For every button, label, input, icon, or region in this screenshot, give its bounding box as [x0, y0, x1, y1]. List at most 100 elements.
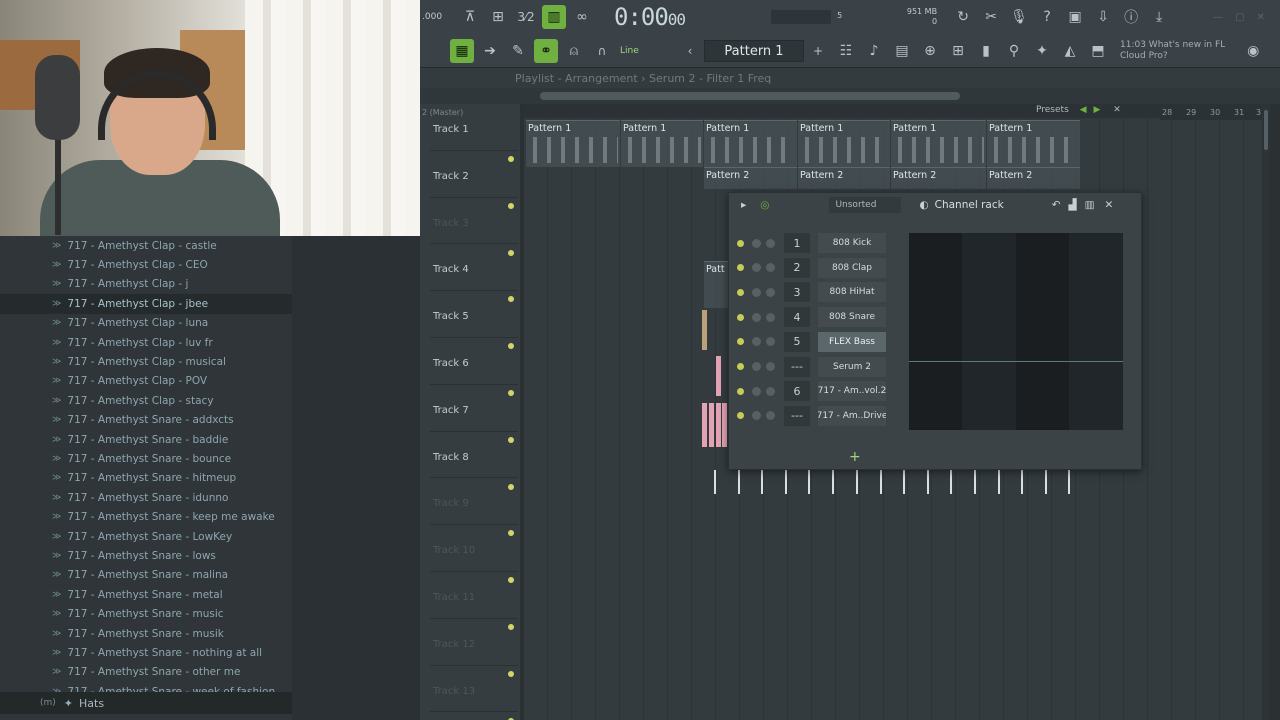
browser-item[interactable]: ≫ 717 - Amethyst Snare - musik: [0, 624, 292, 643]
track-header[interactable]: Track 8: [430, 432, 518, 490]
store-icon[interactable]: ⬒: [1086, 39, 1110, 63]
volume-knob[interactable]: [766, 386, 775, 396]
browser-item[interactable]: ≫ 717 - Amethyst Snare - lows: [0, 546, 292, 565]
channel-led[interactable]: [737, 412, 744, 420]
playlist-mode-icon[interactable]: ▦: [450, 39, 474, 63]
track-header[interactable]: Track 12: [430, 619, 518, 677]
clip-pattern-2[interactable]: Pattern 2: [987, 167, 1080, 189]
volume-knob[interactable]: [766, 287, 775, 297]
audio-clip[interactable]: [709, 403, 714, 447]
channel-led[interactable]: [737, 363, 744, 370]
pan-knob[interactable]: [752, 411, 761, 421]
playlist-title-bar[interactable]: Playlist - Arrangement › Serum 2 - Filte…: [420, 68, 1280, 88]
channel-name-button[interactable]: 717 - Am..vol.2: [818, 381, 886, 402]
channel-row[interactable]: 6 717 - Am..vol.2: [737, 380, 886, 402]
browser-item[interactable]: ≫ 717 - Amethyst Snare - metal: [0, 585, 292, 604]
browser-item[interactable]: ≫ 717 - Amethyst Snare - malina: [0, 566, 292, 585]
browser-item[interactable]: ≫ 717 - Amethyst Snare - other me: [0, 663, 292, 682]
clip-pattern-1[interactable]: Pattern 1: [891, 120, 986, 167]
bell-icon[interactable]: ⍝: [562, 39, 586, 63]
channel-row[interactable]: --- 717 - Am..Drive: [737, 405, 886, 427]
account-icon[interactable]: ◉: [1241, 39, 1265, 63]
presets-close-icon[interactable]: ✕: [1113, 105, 1121, 115]
browser-item[interactable]: ≫ 717 - Amethyst Snare - baddie: [0, 430, 292, 449]
channel-led[interactable]: [737, 387, 744, 395]
plugin-picker-icon[interactable]: ⊕: [918, 39, 942, 63]
cut-icon[interactable]: ✂: [979, 5, 1003, 29]
step-edit-icon[interactable]: ▥: [542, 5, 566, 29]
playlist-icon[interactable]: ⊞: [946, 39, 970, 63]
audio-clip[interactable]: [716, 356, 721, 396]
rack-grid-icon[interactable]: ▥: [1085, 199, 1095, 211]
mixer-track-number[interactable]: 1: [784, 233, 810, 253]
close-window-icon[interactable]: ✕: [1257, 12, 1265, 23]
track-header[interactable]: Track 6: [430, 338, 518, 396]
channel-led[interactable]: [737, 338, 744, 346]
clip-pattern-2[interactable]: Pattern 2: [798, 167, 890, 189]
track-header[interactable]: Track 7: [430, 385, 518, 443]
channel-led[interactable]: [737, 264, 744, 272]
clip-pattern-partial[interactable]: Patt: [704, 261, 730, 308]
channel-name-button[interactable]: 808 Snare: [818, 307, 886, 328]
channel-name-button[interactable]: 808 HiHat: [818, 282, 886, 303]
pan-knob[interactable]: [752, 337, 761, 347]
mixer-track-number[interactable]: 6: [784, 381, 810, 402]
audio-clip[interactable]: [702, 310, 707, 350]
piano-roll-icon[interactable]: ♪: [862, 39, 886, 63]
browser-item[interactable]: ≫ 717 - Amethyst Snare - bounce: [0, 449, 292, 468]
rack-undo-icon[interactable]: ↶: [1052, 199, 1061, 211]
browser-folder-hats[interactable]: (m) ✦ Hats: [0, 692, 292, 714]
channel-name-button[interactable]: Serum 2: [818, 356, 886, 377]
clip-pattern-1[interactable]: Pattern 1: [798, 120, 890, 167]
track-header[interactable]: Track 10: [430, 525, 518, 584]
rack-arrow-icon[interactable]: ▸: [741, 199, 746, 211]
master-volume-slider[interactable]: [771, 10, 832, 24]
add-pattern-icon[interactable]: +: [806, 39, 830, 63]
rack-close-icon[interactable]: ✕: [1105, 199, 1114, 211]
volume-knob[interactable]: [766, 238, 775, 248]
audio-clip[interactable]: [716, 403, 721, 447]
audio-clip[interactable]: [702, 403, 707, 447]
maximize-icon[interactable]: ▢: [1235, 12, 1244, 23]
clip-pattern-1[interactable]: Pattern 1: [987, 120, 1080, 167]
track-header[interactable]: Track 13: [430, 666, 518, 720]
vertical-scroll-thumb[interactable]: [1264, 110, 1268, 150]
pan-knob[interactable]: [752, 362, 761, 371]
mixer-track-number[interactable]: ---: [784, 405, 810, 426]
track-header[interactable]: Track 9: [430, 478, 518, 537]
wait-record-icon[interactable]: ⊞: [486, 5, 510, 29]
playlist-horizontal-scrollbar[interactable]: [540, 92, 960, 100]
track-header[interactable]: Track 5: [430, 291, 518, 350]
touch-controller-icon[interactable]: ✦: [1030, 39, 1054, 63]
browser-item[interactable]: ≫ 717 - Amethyst Snare - nothing at all: [0, 643, 292, 662]
browser-item[interactable]: ≫ 717 - Amethyst Clap - j: [0, 275, 292, 294]
volume-knob[interactable]: [766, 362, 775, 371]
track-header[interactable]: Track 4: [430, 244, 518, 303]
channel-row[interactable]: 3 808 HiHat: [737, 281, 886, 303]
pattern-left-icon[interactable]: ‹: [678, 39, 702, 63]
channel-row[interactable]: 1 808 Kick: [737, 232, 886, 254]
track-header[interactable]: Track 2: [430, 151, 518, 209]
plugin-icon[interactable]: ⚲: [1002, 39, 1026, 63]
tempo-readout[interactable]: .000: [422, 12, 442, 22]
snap-select[interactable]: Line: [616, 42, 676, 60]
browser-item[interactable]: ≫ 717 - Amethyst Snare - addxcts: [0, 411, 292, 430]
time-display[interactable]: 0:00 00: [614, 3, 686, 31]
channel-name-button[interactable]: FLEX Bass: [818, 331, 886, 352]
minimize-icon[interactable]: —: [1213, 12, 1223, 23]
mixer-track-number[interactable]: 4: [784, 307, 810, 328]
clip-pattern-1[interactable]: Pattern 1: [526, 120, 620, 167]
volume-knob[interactable]: [766, 263, 775, 273]
browser-item[interactable]: ≫ 717 - Amethyst Clap - luna: [0, 314, 292, 333]
magnet-icon[interactable]: ∩: [590, 39, 614, 63]
news-panel[interactable]: 11:03 What's new in FL Cloud Pro?: [1120, 40, 1225, 62]
mixer-track-number[interactable]: 3: [784, 282, 810, 303]
graph-editor[interactable]: [909, 233, 1123, 430]
info-icon[interactable]: ⓘ: [1119, 5, 1143, 29]
channel-led[interactable]: [737, 239, 744, 247]
browser-item[interactable]: ≫ 717 - Amethyst Clap - musical: [0, 352, 292, 371]
loop-record-icon[interactable]: ∞: [570, 5, 594, 29]
clip-pattern-1[interactable]: Pattern 1: [621, 120, 703, 167]
clip-pattern-2[interactable]: Pattern 2: [891, 167, 986, 189]
metronome-icon[interactable]: ⊼: [458, 5, 482, 29]
